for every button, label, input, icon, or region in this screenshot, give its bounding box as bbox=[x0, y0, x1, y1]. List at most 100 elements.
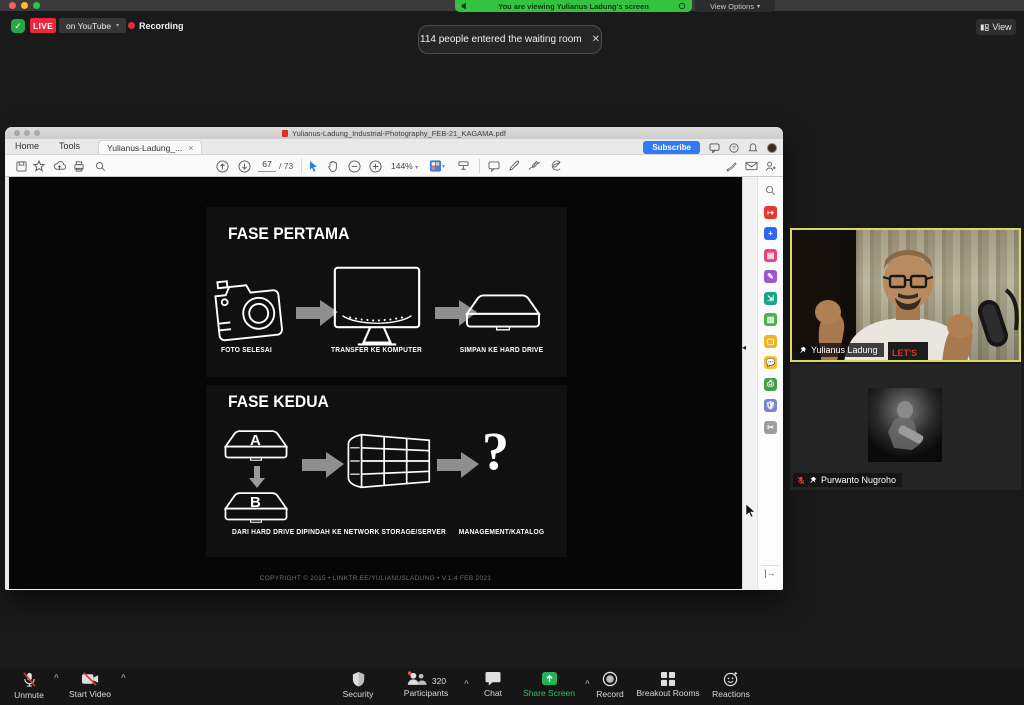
subscribe-button[interactable]: Subscribe bbox=[643, 141, 700, 154]
phase1-step3-label: SIMPAN KE HARD DRIVE bbox=[442, 347, 561, 354]
spotlight-pin-icon bbox=[799, 346, 807, 354]
start-video-button[interactable]: Start Video bbox=[62, 671, 118, 699]
on-youtube-label: on YouTube bbox=[66, 21, 111, 31]
video-options-caret[interactable]: ^ bbox=[121, 673, 126, 682]
zoom-out-icon[interactable] bbox=[346, 158, 362, 174]
close-icon[interactable]: ✕ bbox=[592, 34, 600, 45]
share-screen-button[interactable]: Share Screen bbox=[516, 671, 582, 698]
active-speaker-video-tile[interactable]: LET'S Yulianus Ladung bbox=[790, 228, 1021, 362]
maximize-window-icon[interactable] bbox=[34, 130, 40, 136]
zoom-in-icon[interactable] bbox=[367, 158, 383, 174]
svg-text:?: ? bbox=[732, 146, 736, 152]
create-pdf-icon[interactable]: + bbox=[764, 227, 777, 240]
hand-tool-icon[interactable] bbox=[325, 158, 341, 174]
send-for-signature-icon[interactable] bbox=[547, 158, 563, 174]
page-total-label: / 73 bbox=[279, 161, 293, 171]
export-pdf-icon[interactable]: ↦ bbox=[764, 206, 777, 219]
pencil-annotate-icon[interactable] bbox=[506, 158, 522, 174]
tab-tools[interactable]: Tools bbox=[49, 141, 90, 154]
participants-label: Participants bbox=[404, 688, 448, 698]
participants-button[interactable]: 320 Participants bbox=[392, 671, 460, 698]
mic-options-caret[interactable]: ^ bbox=[54, 673, 59, 682]
tab-home[interactable]: Home bbox=[5, 141, 49, 154]
view-options-button[interactable]: View Options ▾ bbox=[695, 0, 775, 12]
maximize-window-icon[interactable] bbox=[33, 2, 40, 9]
save-icon[interactable] bbox=[13, 158, 29, 174]
svg-text:LET'S: LET'S bbox=[892, 348, 917, 358]
participants-options-caret[interactable]: ^ bbox=[464, 679, 469, 688]
minimize-window-icon[interactable] bbox=[21, 2, 28, 9]
edit-pdf-icon[interactable]: ✎ bbox=[764, 270, 777, 283]
breakout-rooms-button[interactable]: Breakout Rooms bbox=[631, 671, 705, 698]
participant-name-text: Purwanto Nugroho bbox=[821, 475, 896, 485]
previous-page-icon[interactable] bbox=[214, 158, 230, 174]
pdf-scrollbar[interactable] bbox=[742, 177, 757, 589]
expand-sidebar-icon[interactable]: |→ bbox=[761, 565, 779, 579]
star-bookmark-icon[interactable] bbox=[31, 158, 47, 174]
chat-label: Chat bbox=[484, 688, 502, 698]
signature-pen-icon[interactable] bbox=[723, 158, 739, 174]
tab-document[interactable]: Yulianus-Ladung_... × bbox=[98, 140, 202, 154]
close-window-icon[interactable] bbox=[14, 130, 20, 136]
protect-pdf-icon[interactable]: 🛡 bbox=[764, 399, 777, 412]
account-avatar[interactable] bbox=[767, 143, 777, 153]
security-button[interactable]: Security bbox=[330, 671, 386, 699]
start-video-label: Start Video bbox=[69, 689, 111, 699]
help-icon[interactable]: ? bbox=[729, 143, 739, 153]
pin-icon bbox=[809, 476, 817, 484]
add-comment-icon[interactable] bbox=[486, 158, 502, 174]
notifications-bell-icon[interactable] bbox=[748, 143, 758, 153]
comment-tool-icon[interactable]: 💬 bbox=[764, 356, 777, 369]
organize-pages-icon[interactable]: ▤ bbox=[764, 249, 777, 262]
phase1-step2-label: TRANSFER KE KOMPUTER bbox=[317, 347, 436, 354]
phase2-left-label: DARI HARD DRIVE DIPINDAH KE NETWORK STOR… bbox=[216, 529, 463, 536]
zoom-level-select[interactable]: 144% ▾ bbox=[391, 161, 418, 171]
fill-sign-icon[interactable] bbox=[526, 158, 542, 174]
record-button[interactable]: Record bbox=[588, 671, 632, 699]
more-tools-icon[interactable]: ✂ bbox=[764, 421, 777, 434]
share-cloud-icon[interactable] bbox=[51, 158, 67, 174]
stamp-tool-icon[interactable]: ⎙ bbox=[764, 378, 777, 391]
share-with-person-icon[interactable] bbox=[763, 158, 779, 174]
pdf-reader-window: Yulianus-Ladung_Industrial-Photography_F… bbox=[5, 127, 783, 590]
pdf-window-title: Yulianus-Ladung_Industrial-Photography_F… bbox=[282, 129, 506, 138]
collapse-panel-icon[interactable]: ◂ bbox=[742, 343, 746, 352]
combine-files-icon[interactable]: ▥ bbox=[764, 313, 777, 326]
meeting-secure-shield-icon[interactable]: ✓ bbox=[11, 19, 25, 33]
fit-width-icon[interactable] bbox=[455, 158, 471, 174]
recording-label: Recording bbox=[139, 21, 184, 31]
meeting-control-bar: Unmute ^ Start Video ^ Security 3 bbox=[0, 668, 1024, 705]
compress-pdf-icon[interactable]: ▢ bbox=[764, 335, 777, 348]
close-tab-icon[interactable]: × bbox=[188, 143, 193, 153]
chat-button[interactable]: Chat bbox=[474, 671, 512, 698]
close-window-icon[interactable] bbox=[9, 2, 16, 9]
minimize-window-icon[interactable] bbox=[24, 130, 30, 136]
live-destination-button[interactable]: on YouTube ▾ bbox=[59, 18, 126, 33]
pdf-tabbar: Home Tools Yulianus-Ladung_... × Subscri… bbox=[5, 139, 783, 155]
select-tool-icon[interactable] bbox=[305, 158, 321, 174]
search-icon[interactable] bbox=[92, 158, 108, 174]
mic-muted-icon bbox=[21, 671, 38, 688]
mic-muted-icon bbox=[797, 476, 805, 485]
unmute-button[interactable]: Unmute bbox=[6, 671, 52, 700]
page-number-input[interactable]: 67 bbox=[258, 159, 276, 172]
export-doc-icon[interactable]: ⇲ bbox=[764, 292, 777, 305]
print-icon[interactable] bbox=[71, 158, 87, 174]
security-shield-icon bbox=[351, 671, 366, 687]
next-page-icon[interactable] bbox=[236, 158, 252, 174]
participant-video-tile[interactable]: Purwanto Nugroho bbox=[790, 364, 1021, 490]
gallery-view-button[interactable]: View bbox=[976, 19, 1016, 35]
search-tools-icon[interactable] bbox=[764, 184, 777, 197]
pdf-titlebar[interactable]: Yulianus-Ladung_Industrial-Photography_F… bbox=[5, 127, 783, 139]
phase2-right-label: MANAGEMENT/KATALOG bbox=[442, 529, 561, 536]
phase1-step1-label: FOTO SELESAI bbox=[197, 347, 297, 354]
page-display-mode-icon[interactable]: ▾ bbox=[429, 158, 445, 174]
waiting-room-toast: 114 people entered the waiting room ✕ bbox=[418, 25, 602, 54]
slide-copyright: COPYRIGHT © 2015 • LINKTR.EE/YULIANUSLAD… bbox=[9, 575, 742, 582]
arrow-down-icon bbox=[249, 466, 265, 488]
comments-icon[interactable] bbox=[709, 143, 720, 153]
chevron-down-icon: ▾ bbox=[116, 22, 119, 29]
participant-name-tag: Purwanto Nugroho bbox=[793, 473, 902, 487]
email-icon[interactable] bbox=[743, 158, 759, 174]
reactions-button[interactable]: Reactions bbox=[705, 671, 757, 699]
